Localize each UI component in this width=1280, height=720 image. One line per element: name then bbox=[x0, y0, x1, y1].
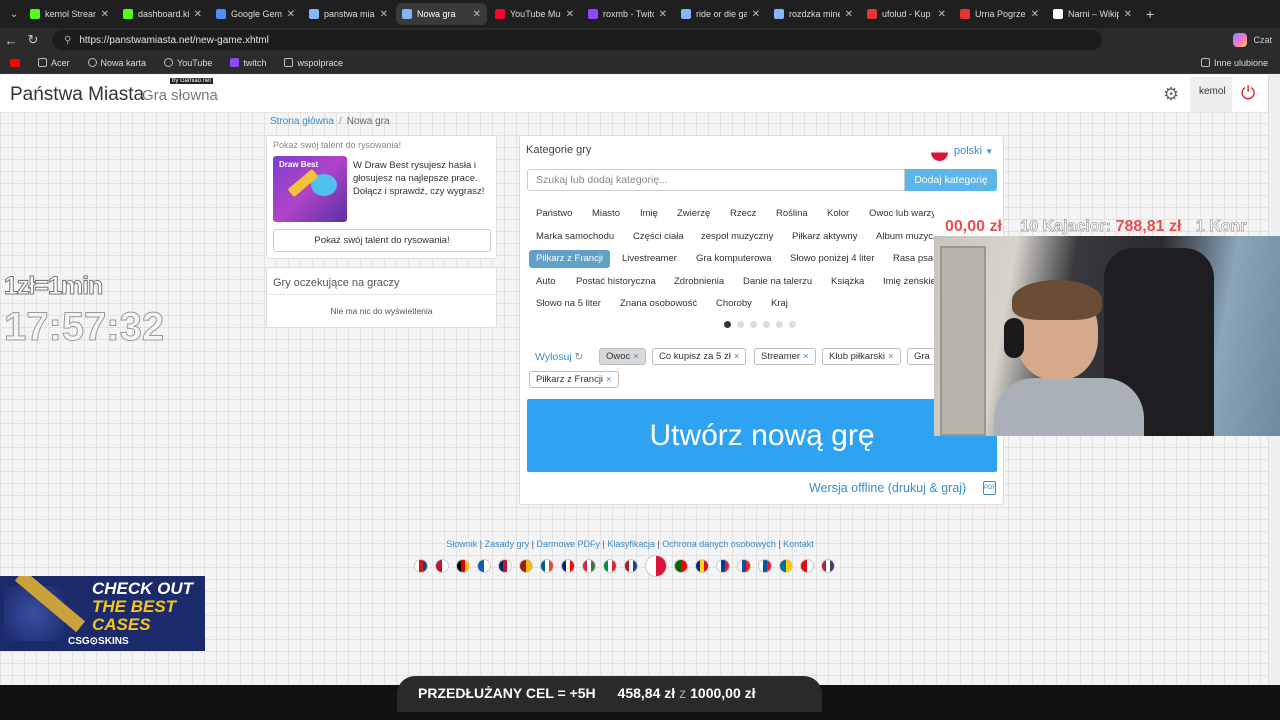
chip-label: Gra bbox=[914, 351, 930, 362]
donation-goal: PRZEDŁUŻANY CEL = +5H 458,84 zł z 1000,00 … bbox=[418, 685, 756, 701]
language-flag-icon[interactable] bbox=[624, 559, 638, 573]
webcam-door bbox=[940, 246, 986, 436]
language-flag-icon[interactable] bbox=[477, 559, 491, 573]
tab-title: Narni – Wikipe bbox=[1068, 9, 1119, 19]
ticker-next: 1 Konr bbox=[1195, 218, 1247, 235]
remove-chip-icon[interactable]: × bbox=[888, 351, 894, 362]
chosen-category-chip[interactable]: Streamer × bbox=[754, 348, 816, 365]
chosen-category-chip[interactable]: Owoc × bbox=[599, 348, 646, 365]
language-flag-icon[interactable] bbox=[821, 559, 835, 573]
ad-line-1: CHECK OUT bbox=[92, 579, 194, 598]
ticker-amount: 00,00 zł bbox=[945, 218, 1002, 235]
language-select[interactable]: polski ▼ bbox=[954, 145, 993, 157]
chosen-category-chip[interactable]: Piłkarz z Francji × bbox=[529, 371, 619, 388]
tab-close-icon[interactable]: ✕ bbox=[1124, 9, 1132, 20]
footer-link[interactable]: Zasady gry bbox=[485, 539, 530, 549]
ad-line-2: THE BEST bbox=[92, 597, 177, 616]
footer-link[interactable]: Klasyfikacja bbox=[607, 539, 655, 549]
language-flag-icon[interactable] bbox=[779, 559, 793, 573]
language-label: polski bbox=[954, 145, 983, 157]
tab-close-icon[interactable]: ✕ bbox=[938, 9, 946, 20]
language-flag-icon[interactable] bbox=[645, 555, 667, 577]
pdf-icon[interactable]: PDF bbox=[983, 481, 996, 495]
copilot-label: Czat bbox=[1253, 35, 1272, 45]
language-flag-icon[interactable] bbox=[800, 559, 814, 573]
folder-icon bbox=[1200, 58, 1210, 67]
remove-chip-icon[interactable]: × bbox=[734, 351, 740, 362]
offline-version-link[interactable]: Wersja offline (drukuj & graj) bbox=[809, 481, 966, 495]
tab-close-icon[interactable]: ✕ bbox=[1031, 9, 1039, 20]
footer-link[interactable]: Słownik bbox=[446, 539, 477, 549]
language-flag-icon[interactable] bbox=[519, 559, 533, 573]
caret-down-icon: ▼ bbox=[985, 147, 994, 156]
language-flag-icon[interactable] bbox=[716, 559, 730, 573]
browser-tab[interactable]: Narni – Wikipe ✕ bbox=[1047, 3, 1138, 25]
footer-separator: | bbox=[529, 539, 537, 549]
chip-label: Streamer bbox=[761, 351, 801, 362]
browser-tab[interactable]: Urna Pogrzebo ✕ bbox=[954, 3, 1045, 25]
language-flag-icon[interactable] bbox=[561, 559, 575, 573]
language-flag-icon[interactable] bbox=[603, 559, 617, 573]
chosen-category-chip[interactable]: Gra× bbox=[907, 348, 934, 365]
language-flag-icon[interactable] bbox=[540, 559, 554, 573]
language-flag-icon[interactable] bbox=[758, 559, 772, 573]
chosen-category-chip[interactable]: Klub piłkarski × bbox=[822, 348, 901, 365]
language-flag-icon[interactable] bbox=[498, 559, 512, 573]
goal-current: 458,84 zł bbox=[617, 685, 676, 701]
tab-favicon-icon bbox=[1053, 9, 1063, 19]
stream-rate-overlay: 1zł=1min bbox=[3, 272, 103, 301]
webcam-feed bbox=[934, 236, 1280, 436]
ad-line-3: CASES bbox=[92, 615, 151, 634]
ad-logo: CSG⊙SKINS bbox=[68, 636, 129, 647]
language-flag-icon[interactable] bbox=[674, 559, 688, 573]
language-flags bbox=[414, 555, 835, 577]
ticker-rank: 10 bbox=[1020, 218, 1039, 235]
chip-label: Klub piłkarski bbox=[829, 351, 885, 362]
language-flag-icon[interactable] bbox=[582, 559, 596, 573]
chip-label: Co kupisz za 5 zł bbox=[659, 351, 731, 362]
webcam-streamer bbox=[994, 280, 1144, 436]
footer-link[interactable]: Ochrona danych osobowych bbox=[662, 539, 776, 549]
bookmark-other[interactable]: Inne ulubione bbox=[1200, 58, 1268, 68]
ticker-name: Kajacior: bbox=[1042, 218, 1112, 235]
language-flag-icon[interactable] bbox=[695, 559, 709, 573]
language-flag-icon[interactable] bbox=[737, 559, 751, 573]
remove-chip-icon[interactable]: × bbox=[803, 351, 809, 362]
footer-links: Słownik | Zasady gry | Darmowe PDFy | Kl… bbox=[380, 539, 880, 549]
create-game-button[interactable]: Utwórz nową grę bbox=[527, 399, 997, 472]
copilot-icon[interactable] bbox=[1233, 33, 1248, 47]
footer-separator: | bbox=[477, 539, 485, 549]
csgo-skins-ad: CHECK OUT THE BEST CASES CSG⊙SKINS bbox=[0, 576, 205, 651]
chosen-category-chip[interactable]: Co kupisz za 5 zł × bbox=[652, 348, 747, 365]
new-tab-icon[interactable]: + bbox=[1146, 6, 1154, 22]
footer-link[interactable]: Darmowe PDFy bbox=[537, 539, 601, 549]
headphones-icon bbox=[1004, 318, 1024, 358]
logout-power-icon[interactable]: ⏻ bbox=[1241, 83, 1255, 104]
goal-target: 1000,00 zł bbox=[690, 685, 756, 701]
tab-title: Urna Pogrzebo bbox=[975, 9, 1026, 19]
remove-chip-icon[interactable]: × bbox=[633, 351, 639, 362]
goal-of: z bbox=[679, 685, 687, 701]
ticker-amount: 788,81 zł bbox=[1115, 218, 1182, 235]
stream-timer-overlay: 17:57:32 bbox=[3, 305, 165, 350]
chip-label: Piłkarz z Francji bbox=[536, 374, 604, 385]
language-flag-icon[interactable] bbox=[456, 559, 470, 573]
username: kemol bbox=[1199, 86, 1226, 97]
remove-chip-icon[interactable]: × bbox=[606, 374, 612, 385]
language-flag-icon[interactable] bbox=[435, 559, 449, 573]
chip-label: Owoc bbox=[606, 351, 631, 362]
donation-ticker: 00,00 zł 10 Kajacior: 788,81 zł 1 Konr bbox=[945, 218, 1275, 236]
goal-label: PRZEDŁUŻANY CEL = +5H bbox=[418, 685, 596, 701]
footer-link[interactable]: Kontakt bbox=[783, 539, 814, 549]
language-flag-icon[interactable] bbox=[414, 559, 428, 573]
tab-favicon-icon bbox=[960, 9, 970, 19]
settings-gear-icon[interactable]: ⚙ bbox=[1163, 84, 1179, 105]
